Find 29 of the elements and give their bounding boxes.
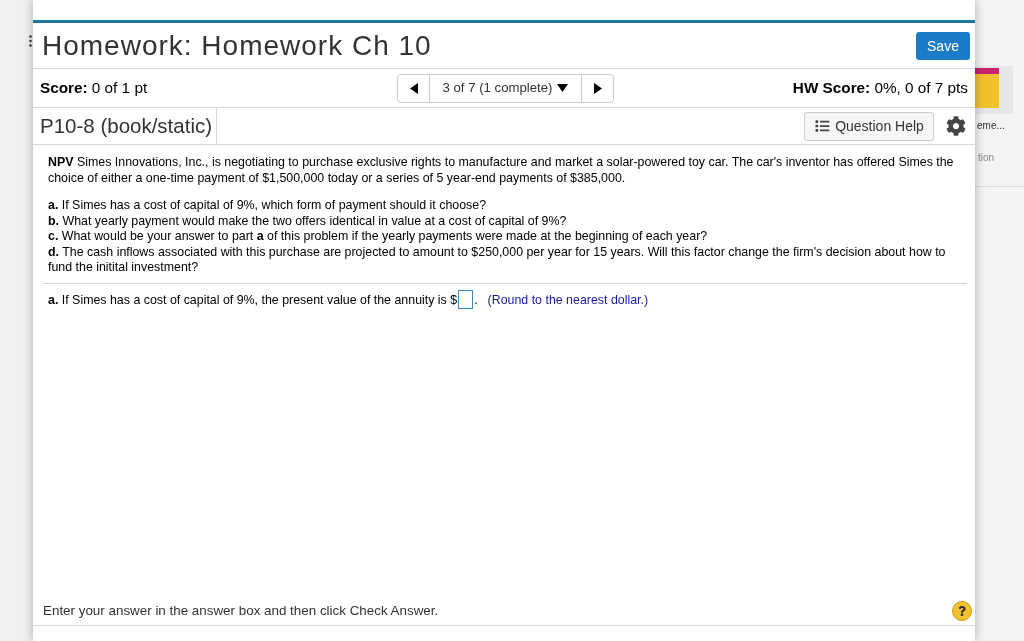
item-caption: tion [978, 152, 996, 164]
settings-icon[interactable] [946, 116, 966, 136]
question-id: P10-8 (book/static) [40, 114, 213, 138]
next-button[interactable] [581, 73, 614, 103]
question-part: a. If Simes has a cost of capital of 9%, which form of payment should it choose? [48, 198, 488, 214]
question-dropdown[interactable]: 3 of 7 (1 complete) [430, 73, 581, 103]
footer-instruction: Enter your answer in the answer box and then click Check Answer. [43, 601, 439, 620]
previous-button[interactable] [397, 73, 430, 103]
help-icon[interactable] [952, 601, 972, 621]
rounding-hint: (Round to the nearest dollar.) [487, 291, 649, 309]
cover-placeholder [975, 68, 999, 108]
question-help-button[interactable]: Question Help [804, 111, 934, 141]
question-intro: NPV Simes Innovations, Inc., is negotiating to purchase exclusive rights to manufacture and market a solar-powered toy car. The car's inventor has offered Simes the choice of either a one-time payment of $1,500,000 today or a series of 5 year-end payments of $385,000. [48, 154, 955, 186]
answer-field[interactable] [458, 290, 474, 310]
question-part: d. The cash inflows associated with this purchase are projected to amount to $250,000 per year for 15 years. Will this factor change the firm's decision about how to fund the initital investment? [48, 244, 947, 276]
question-part: b. What yearly payment would make the two offers identical in value at a cost of capital of 9%? [48, 213, 568, 230]
caret-icon [557, 84, 569, 92]
triangle-right-icon [593, 82, 602, 94]
list-icon [814, 119, 832, 133]
question-part: c. What would be your answer to part a of this problem if the yearly payments were made at the beginning of each year? [48, 229, 709, 245]
score-text: Score: 0 of 1 pt [39, 77, 149, 98]
dots-icon [29, 35, 32, 47]
answer-period: . [474, 291, 478, 309]
window-title: Homework: Homework Ch 10 [42, 29, 432, 62]
save-button[interactable]: Save [916, 31, 970, 60]
item-title: eme... [977, 120, 1006, 132]
triangle-left-icon [409, 82, 418, 94]
hw-score-text: HW Score: 0%, 0 of 7 pts [792, 77, 968, 98]
answer-prompt: a. If Simes has a cost of capital of 9%, the present value of the annuity is $ [48, 291, 458, 309]
